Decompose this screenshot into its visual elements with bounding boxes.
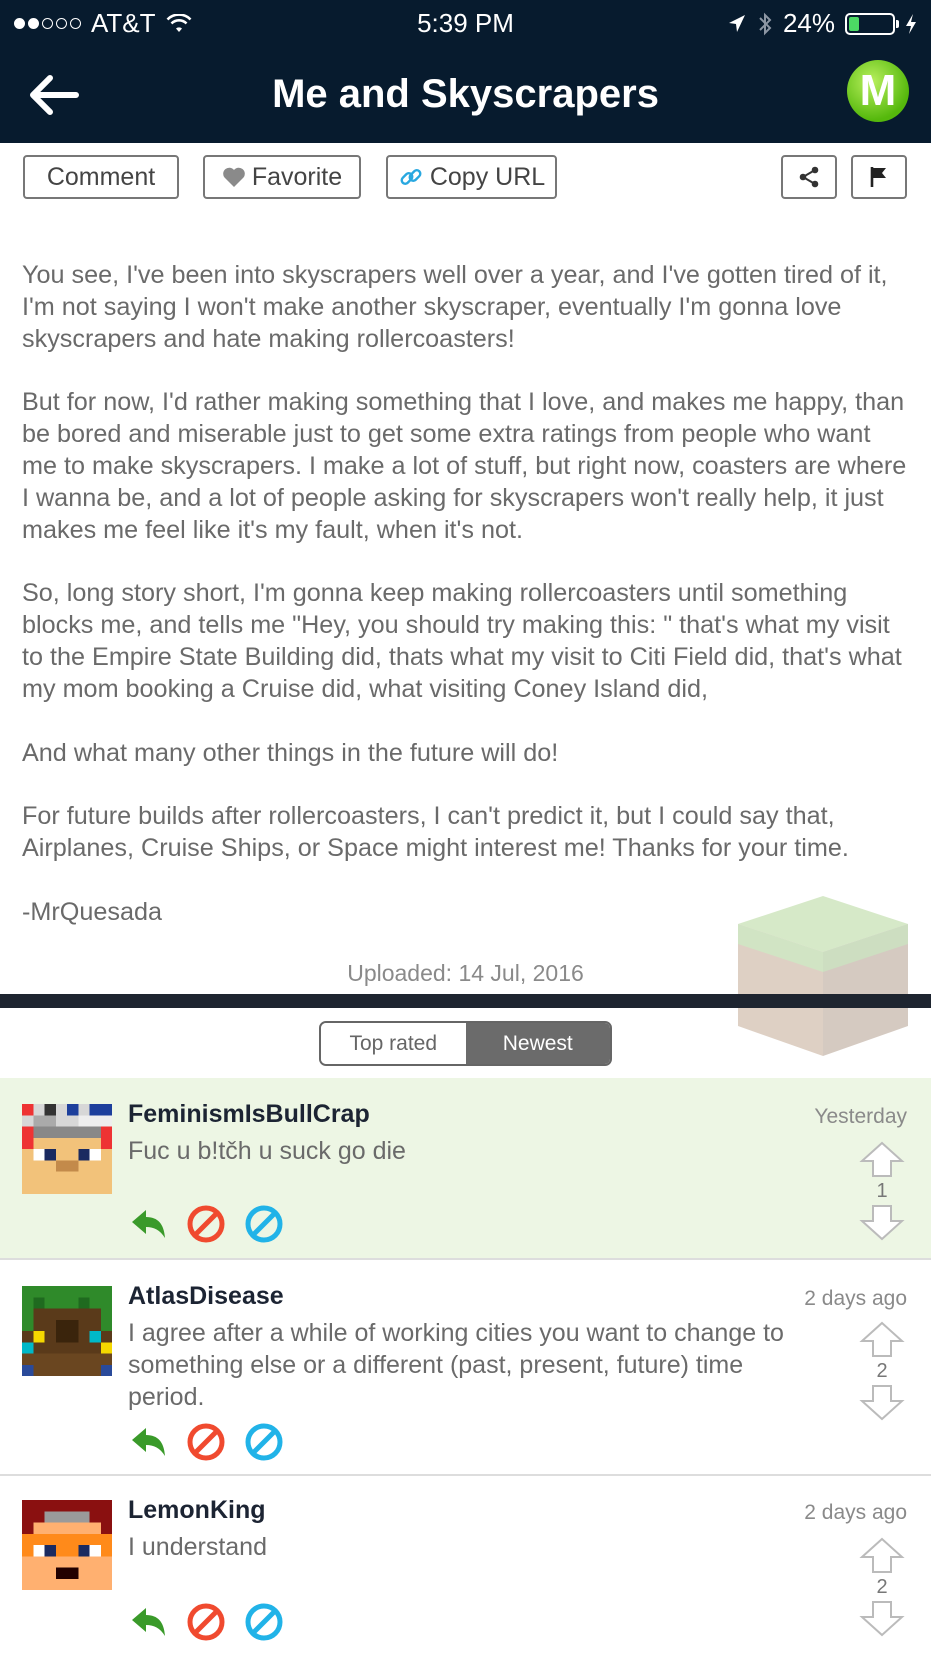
comment-button[interactable]: Comment [23,155,179,199]
comment-author[interactable]: LemonKing [128,1496,266,1525]
comment-text: Fuc u b!tčh u suck go die [128,1137,406,1165]
comment-time: Yesterday [814,1105,907,1128]
vote-control: 1 [859,1140,905,1242]
location-icon [728,14,745,32]
post-paragraph: For future builds after rollercoasters, … [22,802,849,863]
battery-icon [845,12,899,35]
copy-url-button[interactable]: Copy URL [386,155,557,199]
user-avatar [22,1500,112,1590]
reply-icon[interactable] [128,1422,168,1462]
sort-top-rated-tab[interactable]: Top rated [321,1023,466,1064]
post-paragraph: And what many other things in the future… [22,738,559,767]
vote-count: 1 [876,1180,888,1202]
bluetooth-icon [759,12,772,35]
block-icon[interactable] [186,1422,226,1462]
section-divider [0,994,931,1008]
app-header: AT&T 5:39 PM 24% Me and Skyscrapers M [0,0,931,143]
comment-actions [128,1602,284,1642]
block-icon[interactable] [186,1602,226,1642]
reply-icon[interactable] [128,1204,168,1244]
vote-count: 2 [876,1576,888,1598]
comment-text: I agree after a while of working cities … [128,1319,784,1411]
ignore-icon[interactable] [244,1602,284,1642]
post-body: You see, I've been into skyscrapers well… [22,260,912,961]
charging-icon [906,13,916,34]
comment-button-label: Comment [46,162,156,191]
link-icon [400,169,422,185]
downvote-arrow-icon[interactable] [859,1384,905,1422]
comment-author[interactable]: FeminismIsBullCrap [128,1100,370,1129]
reply-icon[interactable] [128,1602,168,1642]
comment-time: 2 days ago [804,1287,907,1310]
post-paragraph: So, long story short, I'm gonna keep mak… [22,579,902,703]
flag-icon [870,167,886,187]
comment-author[interactable]: AtlasDisease [128,1282,284,1311]
status-bar: AT&T 5:39 PM 24% [0,0,931,46]
heart-icon [223,167,245,187]
user-avatar [22,1104,112,1194]
nav-bar: Me and Skyscrapers M [0,52,931,142]
comment-item: AtlasDisease 2 days ago I agree after a … [0,1260,931,1476]
share-button[interactable] [781,155,837,199]
upload-date: Uploaded: 14 Jul, 2016 [347,960,584,986]
comment-text: I understand [128,1533,267,1561]
upvote-arrow-icon[interactable] [859,1140,905,1178]
comment-item: FeminismIsBullCrap Yesterday Fuc u b!tčh… [0,1078,931,1260]
downvote-arrow-icon[interactable] [859,1600,905,1638]
vote-control: 2 [859,1320,905,1422]
sort-newest-tab[interactable]: Newest [465,1023,610,1064]
upvote-arrow-icon[interactable] [859,1320,905,1358]
favorite-button-label: Favorite [251,162,343,191]
ignore-icon[interactable] [244,1204,284,1244]
comment-actions [128,1204,284,1244]
copy-url-button-label: Copy URL [429,162,546,191]
app-logo-button[interactable]: M [847,60,909,122]
post-paragraph: But for now, I'd rather making something… [22,388,907,544]
vote-control: 2 [859,1536,905,1638]
comment-sort-control: Top rated Newest [319,1021,612,1066]
post-paragraph: You see, I've been into skyscrapers well… [22,261,888,353]
battery-percent: 24% [782,8,835,38]
upvote-arrow-icon[interactable] [859,1536,905,1574]
vote-count: 2 [876,1360,888,1382]
share-icon [799,166,819,188]
user-avatar [22,1286,112,1376]
comment-time: 2 days ago [804,1501,907,1524]
favorite-button[interactable]: Favorite [203,155,361,199]
page-title: Me and Skyscrapers [272,72,659,116]
block-icon[interactable] [186,1204,226,1244]
comment-item: LemonKing 2 days ago I understand 2 [0,1476,931,1656]
ignore-icon[interactable] [244,1422,284,1462]
downvote-arrow-icon[interactable] [859,1204,905,1242]
report-flag-button[interactable] [851,155,907,199]
comment-actions [128,1422,284,1462]
